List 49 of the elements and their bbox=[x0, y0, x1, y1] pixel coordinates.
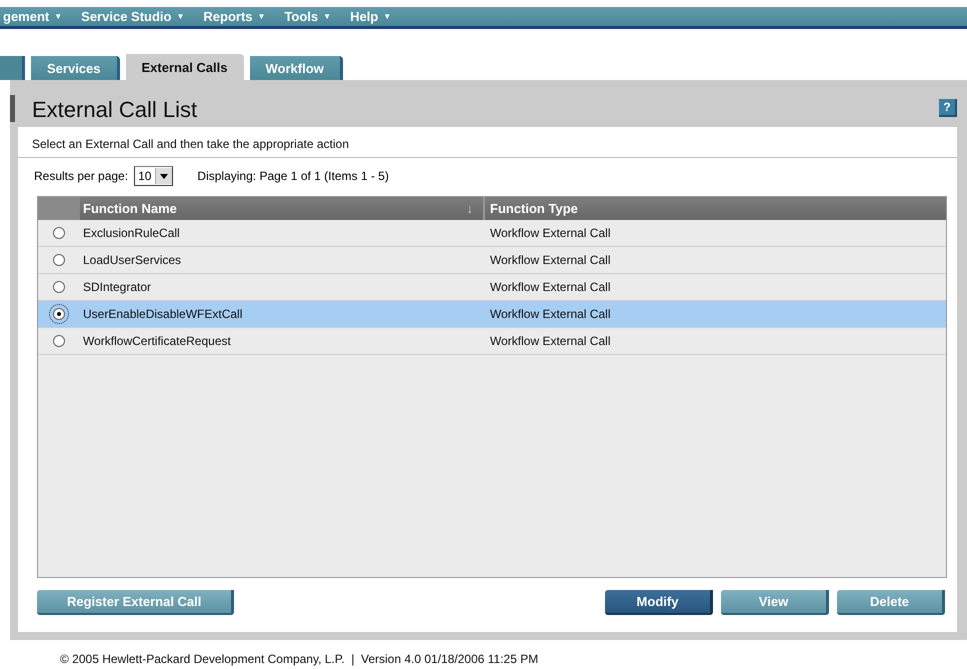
dropdown-arrow-icon bbox=[160, 174, 168, 178]
tab[interactable]: External Calls bbox=[126, 54, 244, 80]
table-row[interactable]: UserEnableDisableWFExtCall Workflow External Call bbox=[38, 301, 946, 328]
column-label: Function Name bbox=[83, 201, 177, 216]
table-row[interactable]: WorkflowCertificateRequest Workflow External Call bbox=[38, 328, 946, 355]
menu-item[interactable]: Help ▼ bbox=[347, 9, 400, 24]
caret-icon: ▼ bbox=[323, 12, 332, 21]
column-header bbox=[38, 197, 80, 220]
radio-button[interactable] bbox=[53, 227, 65, 239]
menu-item[interactable]: gement ▼ bbox=[0, 9, 70, 24]
menu-item[interactable]: Reports ▼ bbox=[200, 9, 274, 24]
caret-icon: ▼ bbox=[176, 12, 184, 21]
table-cell-text: Workflow External Call bbox=[489, 280, 610, 294]
column-header[interactable]: Function Type bbox=[485, 201, 946, 216]
menu-item[interactable]: Service Studio ▼ bbox=[78, 9, 192, 24]
table-cell-text: UserEnableDisableWFExtCall bbox=[82, 307, 244, 321]
caret-icon: ▼ bbox=[54, 12, 62, 21]
table-row[interactable]: ExclusionRuleCall Workflow External Call bbox=[38, 220, 946, 247]
action-button[interactable]: Modify bbox=[605, 590, 713, 615]
table-cell-text: Workflow External Call bbox=[489, 307, 610, 321]
radio-button[interactable] bbox=[53, 281, 65, 293]
table-cell-text: Workflow External Call bbox=[489, 226, 610, 240]
copyright-text: © 2005 Hewlett-Packard Development Company, L.P. | Version 4.0 01/18/2006 11:25 PM bbox=[60, 652, 538, 666]
tab[interactable]: Workflow bbox=[250, 56, 343, 80]
menu-item[interactable]: Tools ▼ bbox=[281, 9, 340, 24]
help-button[interactable]: ? bbox=[939, 98, 957, 116]
page-title: External Call List bbox=[32, 96, 198, 122]
title-accent-bar bbox=[10, 95, 15, 122]
paging-info: Displaying: Page 1 of 1 (Items 1 - 5) bbox=[197, 169, 389, 183]
caret-icon: ▼ bbox=[383, 12, 392, 21]
tab[interactable]: Services bbox=[31, 56, 120, 80]
action-button[interactable]: View bbox=[721, 590, 829, 615]
radio-button[interactable] bbox=[53, 254, 65, 266]
instruction-text: Select an External Call and then take the appropriate action bbox=[18, 127, 957, 158]
column-header[interactable]: Function Name ↓ bbox=[80, 197, 485, 220]
sort-arrow-icon: ↓ bbox=[466, 201, 473, 216]
table-cell-text: LoadUserServices bbox=[82, 253, 182, 267]
results-dropdown[interactable]: 10 bbox=[134, 166, 174, 186]
table-cell-text: SDIntegrator bbox=[82, 280, 152, 294]
table-cell-text: WorkflowCertificateRequest bbox=[82, 334, 232, 348]
table-cell-text: Workflow External Call bbox=[489, 253, 610, 267]
caret-icon: ▼ bbox=[258, 12, 266, 21]
action-button[interactable]: Register External Call bbox=[37, 590, 234, 615]
radio-button[interactable] bbox=[53, 335, 65, 347]
table-cell-text: Workflow External Call bbox=[489, 334, 610, 348]
table-cell-text: ExclusionRuleCall bbox=[82, 226, 181, 240]
action-button[interactable]: Delete bbox=[837, 590, 945, 615]
table-row[interactable]: LoadUserServices Workflow External Call bbox=[38, 247, 946, 274]
results-label: Results per page: bbox=[34, 169, 128, 183]
